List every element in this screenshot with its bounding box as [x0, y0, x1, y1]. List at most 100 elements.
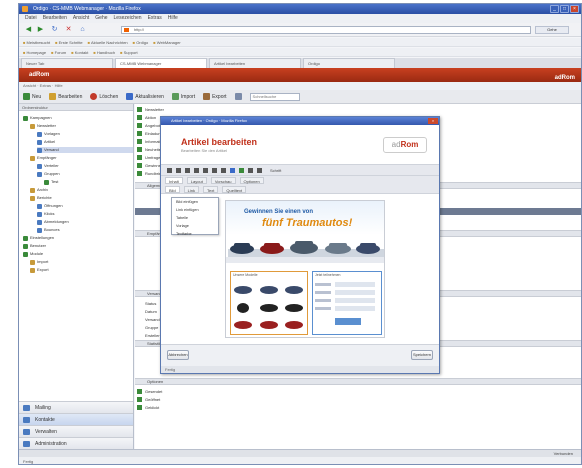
sidebar-nav-kontakte[interactable]: Kontakte: [19, 413, 133, 425]
bold-icon[interactable]: [167, 167, 172, 173]
close-button[interactable]: ×: [570, 5, 579, 13]
bookmark-item[interactable]: Handbuch: [93, 48, 115, 56]
go-button[interactable]: Gehe: [535, 26, 569, 34]
dropdown-item[interactable]: Textfarbe: [172, 230, 218, 238]
table-icon[interactable]: [248, 167, 253, 173]
dialog-subtab[interactable]: Link: [183, 185, 200, 193]
forward-arrow-icon[interactable]: ▶: [35, 25, 46, 35]
sidebar-nav-mailing[interactable]: Mailing: [19, 401, 133, 413]
dropdown-item[interactable]: Tabelle: [172, 214, 218, 222]
export-button[interactable]: Export: [203, 93, 227, 100]
font-select[interactable]: Schrift: [270, 168, 281, 173]
menu-item-ansicht[interactable]: Ansicht: [73, 14, 89, 23]
tree-node[interactable]: Verteiler: [37, 163, 133, 169]
refresh-button[interactable]: Aktualisieren: [126, 93, 164, 100]
bookmark-item[interactable]: Support: [120, 48, 138, 56]
menu-item-bearbeiten[interactable]: Bearbeiten: [43, 14, 67, 23]
list-item[interactable]: Gesendet: [135, 388, 195, 395]
editor-content[interactable]: Bild einfügen Link einfügen Tabelle Vorlage…: [161, 194, 439, 344]
bookmark-item[interactable]: Homepage: [23, 48, 47, 56]
browser-tab[interactable]: Ordigo: [303, 58, 395, 68]
align-right-icon[interactable]: [212, 167, 217, 173]
bookmark-item[interactable]: Aktuelle Nachrichten: [88, 38, 128, 46]
reload-icon[interactable]: ↻: [49, 25, 60, 35]
stop-icon[interactable]: ✕: [63, 25, 74, 35]
underline-icon[interactable]: [185, 167, 190, 173]
dialog-titlebar[interactable]: Artikel bearbeiten · Ordigo · Mozilla Fi…: [161, 117, 439, 125]
back-arrow-icon[interactable]: ◀: [23, 25, 34, 35]
sidebar-nav-administration[interactable]: Administration: [19, 437, 133, 449]
menu-item-extras[interactable]: Extras: [148, 14, 162, 23]
browser-tab[interactable]: Artikel bearbeiten: [209, 58, 301, 68]
tree-node[interactable]: Newsletter: [30, 123, 133, 129]
browser-tab[interactable]: CS-MMB Webmanager: [115, 58, 207, 68]
browser-tab[interactable]: Neuer Tab: [21, 58, 113, 68]
quick-search-input[interactable]: Schnellsuche: [249, 92, 300, 101]
link-icon[interactable]: [230, 167, 235, 173]
window-titlebar[interactable]: Ordigo · CS-MMB Webmanager · Mozilla Fir…: [19, 4, 581, 14]
list-icon[interactable]: [221, 167, 226, 173]
menu-item-lesezeichen[interactable]: Lesezeichen: [114, 14, 142, 23]
dropdown-item[interactable]: Bild einfügen: [172, 198, 218, 206]
edit-button[interactable]: Bearbeiten: [49, 93, 82, 100]
tree-node[interactable]: Öffnungen: [37, 203, 133, 209]
italic-icon[interactable]: [176, 167, 181, 173]
tree-node[interactable]: Artikel: [37, 139, 133, 145]
dialog-tab[interactable]: Vorschau: [210, 177, 236, 184]
bookmark-item[interactable]: Meistbesucht: [23, 38, 51, 46]
tree-node[interactable]: Empfänger: [30, 155, 133, 161]
dropdown-item[interactable]: Link einfügen: [172, 206, 218, 214]
bookmark-item[interactable]: Ordigo: [133, 38, 148, 46]
folder-icon: [37, 219, 42, 225]
tree-node[interactable]: Berichte: [30, 195, 133, 201]
new-button[interactable]: Neu: [23, 93, 41, 100]
align-left-icon[interactable]: [194, 167, 199, 173]
tree-node[interactable]: Module: [23, 251, 133, 257]
delete-button[interactable]: Löschen: [90, 93, 118, 100]
tree-node[interactable]: Abmeldungen: [37, 219, 133, 225]
list-item[interactable]: Geöffnet: [135, 396, 195, 403]
tree-node[interactable]: Versand: [37, 147, 133, 153]
dropdown-item[interactable]: Vorlage: [172, 222, 218, 230]
import-button[interactable]: Import: [171, 93, 195, 100]
home-icon[interactable]: ⌂: [77, 25, 88, 35]
dialog-tab[interactable]: Layout: [186, 177, 207, 184]
tree-node[interactable]: Test: [44, 179, 133, 185]
tree-node[interactable]: Import: [30, 259, 133, 265]
tree-node[interactable]: Bounces: [37, 227, 133, 233]
dialog-subtab[interactable]: Bild: [165, 185, 180, 193]
dialog-tab[interactable]: Inhalt: [165, 177, 183, 184]
tree-node[interactable]: Gruppen: [37, 171, 133, 177]
menu-item-datei[interactable]: Datei: [25, 14, 37, 23]
bookmark-item[interactable]: Forum: [51, 48, 67, 56]
source-icon[interactable]: [257, 167, 262, 173]
bookmark-item[interactable]: Kontakt: [71, 48, 89, 56]
maximize-button[interactable]: □: [560, 5, 569, 13]
cancel-button[interactable]: Abbrechen: [167, 350, 189, 360]
address-bar[interactable]: http://: [121, 26, 531, 34]
tree-node[interactable]: Klicks: [37, 211, 133, 217]
list-item[interactable]: Newsletter: [135, 106, 195, 113]
image-icon[interactable]: [239, 167, 244, 173]
tree-node[interactable]: Kampagnen: [23, 115, 133, 121]
sidebar-nav-verwalten[interactable]: Verwalten: [19, 425, 133, 437]
menu-item-gehe[interactable]: Gehe: [95, 14, 107, 23]
dialog-subtab[interactable]: Text: [203, 185, 219, 193]
search-button[interactable]: [234, 93, 242, 100]
list-item[interactable]: Geklickt: [135, 404, 195, 411]
tree-node[interactable]: Archiv: [30, 187, 133, 193]
save-button[interactable]: Speichern: [411, 350, 433, 360]
menu-item-hilfe[interactable]: Hilfe: [168, 14, 178, 23]
tree-node[interactable]: Einstellungen: [23, 235, 133, 241]
tree-node[interactable]: Export: [30, 267, 133, 273]
dialog-tab[interactable]: Optionen: [239, 177, 264, 184]
bookmark-item[interactable]: Erste Schritte: [55, 38, 83, 46]
align-center-icon[interactable]: [203, 167, 208, 173]
bookmark-item[interactable]: WebManager: [153, 38, 181, 46]
list-section-header[interactable]: Optionen: [135, 378, 581, 385]
minimize-button[interactable]: _: [550, 5, 559, 13]
tree-node[interactable]: Benutzer: [23, 243, 133, 249]
tree-node[interactable]: Vorlagen: [37, 131, 133, 137]
dialog-close-button[interactable]: ×: [428, 118, 438, 124]
dialog-subtab[interactable]: Quelltext: [222, 185, 247, 193]
